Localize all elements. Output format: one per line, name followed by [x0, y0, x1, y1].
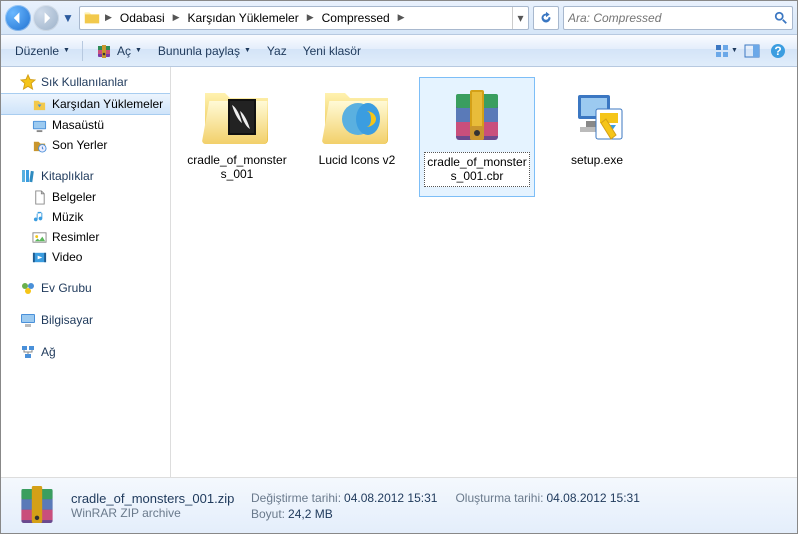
- search-input[interactable]: [564, 11, 770, 25]
- sidebar-item-music[interactable]: Müzik: [1, 207, 170, 227]
- file-item[interactable]: cradle_of_monsters_001: [179, 77, 295, 197]
- sidebar-item-recent[interactable]: Son Yerler: [1, 135, 170, 155]
- breadcrumb-item[interactable]: Compressed: [316, 11, 396, 25]
- pictures-icon: [31, 229, 47, 245]
- chevron-down-icon: ▼: [244, 47, 251, 54]
- file-item[interactable]: setup.exe: [539, 77, 655, 197]
- new-folder-button[interactable]: Yeni klasör: [295, 40, 369, 62]
- sidebar-homegroup[interactable]: Ev Grubu: [1, 277, 170, 299]
- share-button[interactable]: Bununla paylaş▼: [150, 40, 259, 62]
- details-size-label: Boyut:: [251, 507, 288, 521]
- nav-history-dropdown[interactable]: ▼: [61, 5, 75, 31]
- search-icon[interactable]: [770, 11, 792, 25]
- video-icon: [31, 249, 47, 265]
- burn-button[interactable]: Yaz: [259, 40, 295, 62]
- desktop-icon: [31, 117, 47, 133]
- installer-icon: [557, 81, 637, 151]
- open-button[interactable]: Aç▼: [87, 38, 150, 64]
- toolbar: Düzenle▼ Aç▼ Bununla paylaş▼ Yaz Yeni kl…: [1, 35, 797, 67]
- details-created: 04.08.2012 15:31: [546, 491, 639, 505]
- sidebar-favorites[interactable]: Sık Kullanılanlar: [1, 71, 170, 93]
- winrar-icon: [13, 484, 61, 528]
- help-button[interactable]: ?: [765, 39, 791, 63]
- network-icon: [19, 343, 37, 361]
- back-button[interactable]: [5, 5, 31, 31]
- sidebar-item-downloads[interactable]: Karşıdan Yüklemeler: [1, 93, 170, 115]
- file-label: cradle_of_monsters_001: [183, 151, 291, 184]
- recent-icon: [31, 137, 47, 153]
- breadcrumb-dropdown[interactable]: ▾: [512, 7, 528, 29]
- libraries-icon: [19, 167, 37, 185]
- chevron-right-icon[interactable]: ▶: [103, 12, 114, 23]
- explorer-window: ▼ ▶ Odabasi▶ Karşıdan Yüklemeler▶ Compre…: [0, 0, 798, 534]
- sidebar-item-desktop[interactable]: Masaüstü: [1, 115, 170, 135]
- forward-button[interactable]: [33, 5, 59, 31]
- details-modified: 04.08.2012 15:31: [344, 491, 437, 505]
- details-filetype: WinRAR ZIP archive: [71, 506, 241, 520]
- chevron-right-icon[interactable]: ▶: [305, 12, 316, 23]
- chevron-down-icon: ▼: [135, 47, 142, 54]
- search-box[interactable]: [563, 6, 793, 30]
- details-filename: cradle_of_monsters_001.zip: [71, 491, 241, 506]
- chevron-right-icon[interactable]: ▶: [396, 12, 407, 23]
- chevron-right-icon[interactable]: ▶: [171, 12, 182, 23]
- file-item[interactable]: Lucid Icons v2: [299, 77, 415, 197]
- sidebar-item-pictures[interactable]: Resimler: [1, 227, 170, 247]
- chevron-down-icon: ▼: [63, 47, 70, 54]
- homegroup-icon: [19, 279, 37, 297]
- breadcrumb-item[interactable]: Odabasi: [114, 11, 171, 25]
- file-item[interactable]: cradle_of_monsters_001.cbr: [419, 77, 535, 197]
- computer-icon: [19, 311, 37, 329]
- folder-icon: [197, 81, 277, 151]
- details-created-label: Oluşturma tarihi:: [455, 491, 546, 505]
- preview-pane-button[interactable]: [739, 39, 765, 63]
- sidebar-network[interactable]: Ağ: [1, 341, 170, 363]
- sidebar-item-documents[interactable]: Belgeler: [1, 187, 170, 207]
- star-icon: [19, 73, 37, 91]
- refresh-button[interactable]: [533, 6, 559, 30]
- view-button[interactable]: ▼: [713, 39, 739, 63]
- folder-icon: [317, 81, 397, 151]
- sidebar-computer[interactable]: Bilgisayar: [1, 309, 170, 331]
- documents-icon: [31, 189, 47, 205]
- music-icon: [31, 209, 47, 225]
- details-modified-label: Değiştirme tarihi:: [251, 491, 344, 505]
- sidebar-libraries[interactable]: Kitaplıklar: [1, 165, 170, 187]
- breadcrumb-item[interactable]: Karşıdan Yüklemeler: [182, 11, 305, 25]
- sidebar: Sık Kullanılanlar Karşıdan Yüklemeler Ma…: [1, 67, 171, 477]
- details-pane: cradle_of_monsters_001.zip WinRAR ZIP ar…: [1, 477, 797, 533]
- file-label: setup.exe: [569, 151, 625, 169]
- organize-button[interactable]: Düzenle▼: [7, 40, 78, 62]
- downloads-icon: [31, 96, 47, 112]
- folder-icon: [83, 9, 101, 27]
- file-label: Lucid Icons v2: [317, 151, 398, 169]
- details-size: 24,2 MB: [288, 507, 333, 521]
- nav-bar: ▼ ▶ Odabasi▶ Karşıdan Yüklemeler▶ Compre…: [1, 1, 797, 35]
- winrar-icon: [95, 42, 113, 60]
- svg-text:?: ?: [774, 44, 781, 58]
- file-label-editing[interactable]: cradle_of_monsters_001.cbr: [424, 152, 530, 187]
- sidebar-item-video[interactable]: Video: [1, 247, 170, 267]
- breadcrumb[interactable]: ▶ Odabasi▶ Karşıdan Yüklemeler▶ Compress…: [79, 6, 529, 30]
- winrar-icon: [437, 82, 517, 152]
- file-list[interactable]: cradle_of_monsters_001 Lucid Icons v2: [171, 67, 797, 477]
